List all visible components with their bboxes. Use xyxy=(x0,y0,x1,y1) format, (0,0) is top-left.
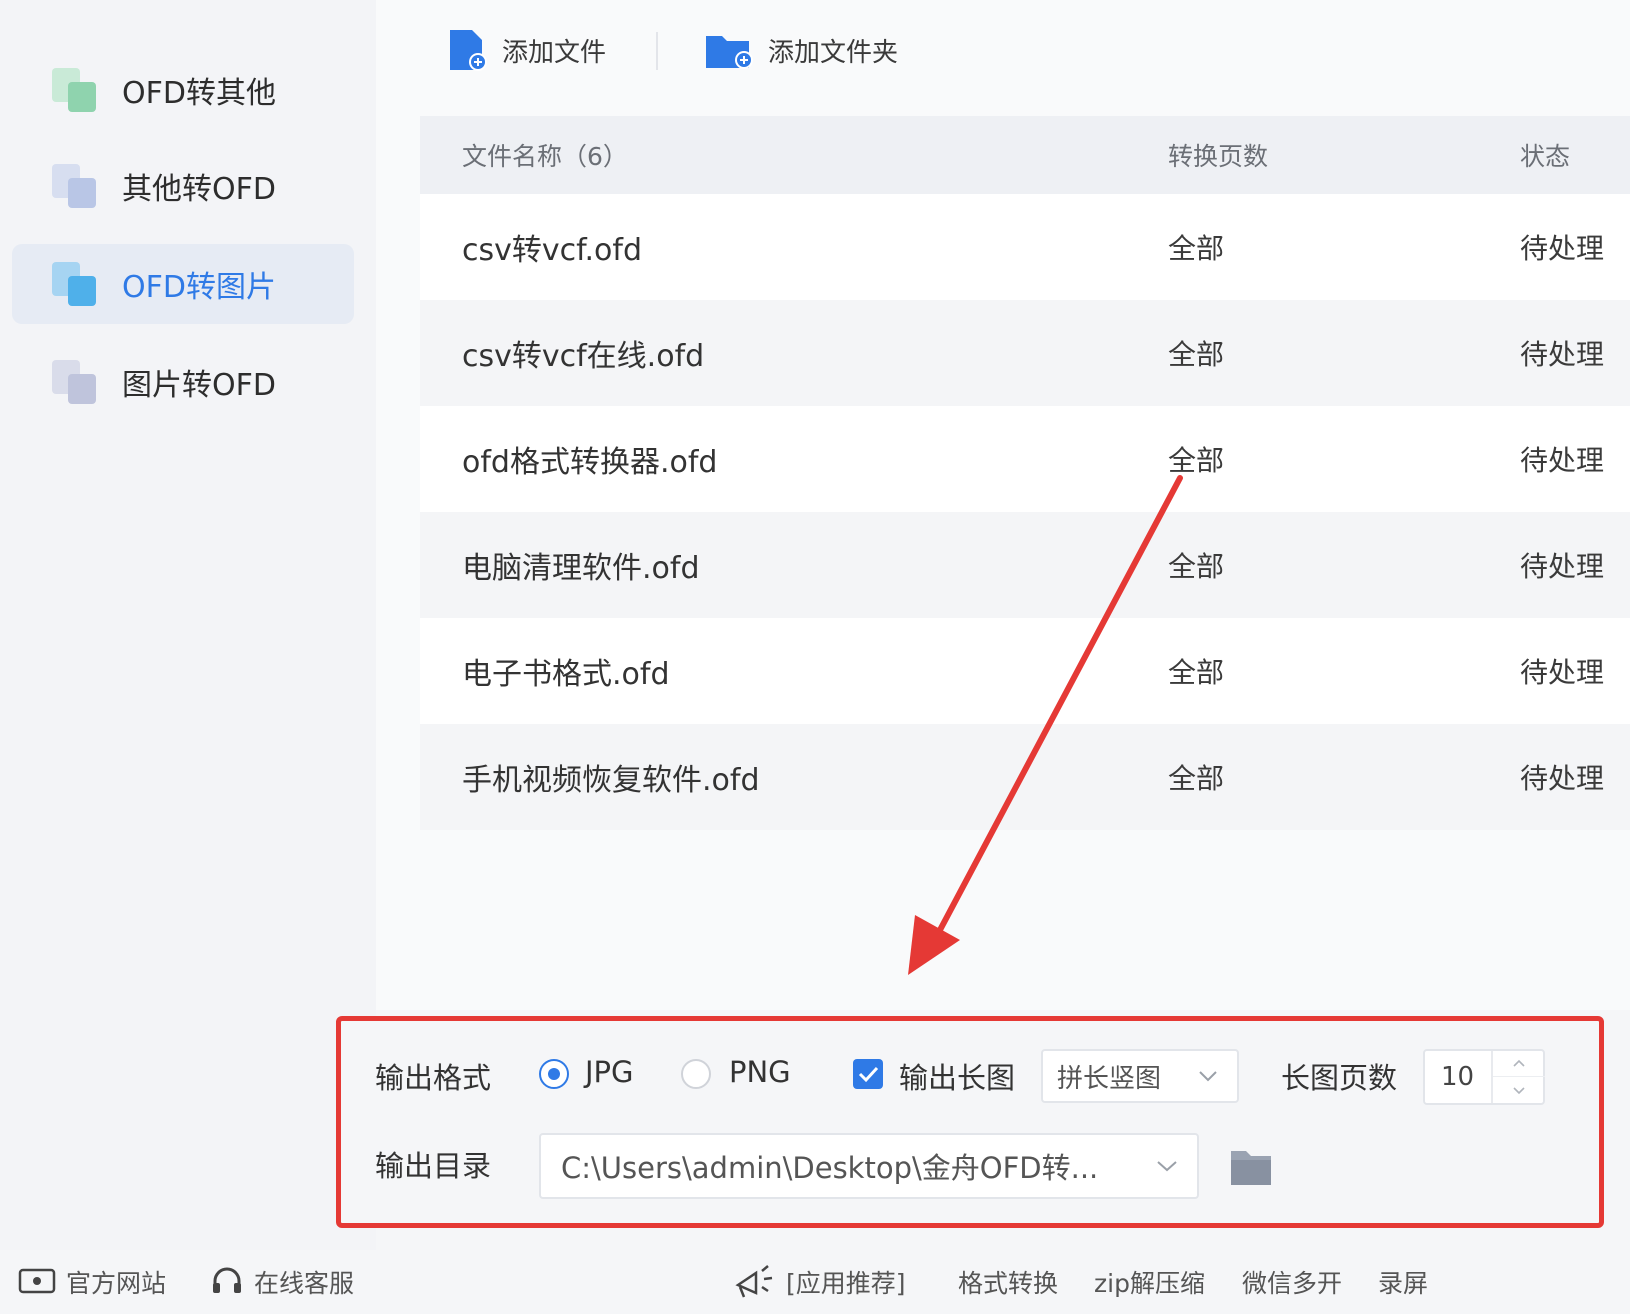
sidebar-item-other-to-ofd[interactable]: 其他转OFD xyxy=(12,146,354,226)
table-row[interactable]: 电脑清理软件.ofd 全部 待处理 xyxy=(420,512,1630,618)
file-pages: 全部 xyxy=(1168,550,1225,583)
add-file-label: 添加文件 xyxy=(502,37,607,68)
link-wechat-multi[interactable]: 微信多开 xyxy=(1242,1262,1342,1302)
toolbar-divider xyxy=(656,32,658,70)
table-row[interactable]: ofd格式转换器.ofd 全部 待处理 xyxy=(420,406,1630,512)
long-image-mode-select[interactable]: 拼长竖图 xyxy=(1041,1049,1239,1103)
chevron-down-icon xyxy=(1199,1071,1217,1082)
long-image-checkbox[interactable] xyxy=(853,1059,883,1089)
table-header: 文件名称（6） 转换页数 状态 xyxy=(420,116,1630,194)
add-file-button[interactable]: 添加文件 xyxy=(446,24,606,76)
add-folder-icon xyxy=(706,36,753,69)
file-name: csv转vcf.ofd xyxy=(462,233,642,268)
chevron-down-icon xyxy=(1513,1086,1525,1094)
format-jpg-label[interactable]: JPG xyxy=(585,1055,634,1089)
format-png-radio[interactable] xyxy=(681,1059,711,1089)
long-image-pages-stepper[interactable]: 10 xyxy=(1423,1049,1545,1105)
header-status: 状态 xyxy=(1520,142,1571,171)
table-row[interactable]: 电子书格式.ofd 全部 待处理 xyxy=(420,618,1630,724)
link-screen-record[interactable]: 录屏 xyxy=(1378,1262,1428,1302)
monitor-icon xyxy=(18,1268,56,1294)
sidebar-item-ofd-to-image[interactable]: OFD转图片 xyxy=(12,244,354,324)
bottom-bar: 官方网站 在线客服 [应用推荐] 格式转换 zip解压缩 微信多开 录屏 xyxy=(0,1250,1630,1314)
format-png-label[interactable]: PNG xyxy=(729,1055,791,1089)
file-table: 文件名称（6） 转换页数 状态 csv转vcf.ofd 全部 待处理 csv转v… xyxy=(420,116,1630,830)
format-jpg-radio[interactable] xyxy=(539,1059,569,1089)
ofd-to-image-icon xyxy=(52,262,96,306)
file-status: 待处理 xyxy=(1520,444,1605,477)
stepper-increment-button[interactable] xyxy=(1493,1051,1545,1077)
sidebar-item-label: OFD转其他 xyxy=(122,76,276,111)
sidebar-item-label: 其他转OFD xyxy=(122,172,276,207)
file-status: 待处理 xyxy=(1520,550,1605,583)
sidebar: OFD转其他 其他转OFD OFD转图片 图片转OFD xyxy=(0,0,376,1250)
ofd-to-other-icon xyxy=(52,68,96,112)
megaphone-icon xyxy=(735,1265,773,1298)
long-image-pages-value: 10 xyxy=(1441,1062,1475,1092)
file-pages: 全部 xyxy=(1168,232,1225,265)
long-image-mode-value: 拼长竖图 xyxy=(1057,1063,1162,1094)
file-pages: 全部 xyxy=(1168,338,1225,371)
file-status: 待处理 xyxy=(1520,338,1605,371)
official-site-label: 官方网站 xyxy=(66,1269,167,1298)
checkmark-icon xyxy=(858,1066,879,1083)
file-name: 电子书格式.ofd xyxy=(462,657,670,692)
file-name: ofd格式转换器.ofd xyxy=(462,445,718,480)
file-pages: 全部 xyxy=(1168,656,1225,689)
browse-folder-icon[interactable] xyxy=(1229,1147,1273,1187)
header-file-name: 文件名称（6） xyxy=(462,142,628,171)
long-image-label: 输出长图 xyxy=(899,1061,1016,1095)
output-dir-value: C:\Users\admin\Desktop\金舟OFD转... xyxy=(561,1151,1099,1185)
headset-icon xyxy=(213,1267,241,1293)
stepper-decrement-button[interactable] xyxy=(1493,1077,1545,1103)
chevron-up-icon xyxy=(1513,1059,1525,1067)
online-service-label: 在线客服 xyxy=(254,1269,355,1298)
link-zip[interactable]: zip解压缩 xyxy=(1094,1262,1205,1302)
stepper-controls xyxy=(1491,1051,1545,1103)
file-name: 电脑清理软件.ofd xyxy=(462,551,700,586)
official-site-link[interactable]: 官方网站 xyxy=(18,1262,166,1302)
file-pages: 全部 xyxy=(1168,444,1225,477)
output-dir-select[interactable]: C:\Users\admin\Desktop\金舟OFD转... xyxy=(539,1133,1199,1199)
file-name: csv转vcf在线.ofd xyxy=(462,339,705,374)
recommend-label-group: [应用推荐] xyxy=(732,1262,906,1302)
file-status: 待处理 xyxy=(1520,232,1605,265)
file-pages: 全部 xyxy=(1168,762,1225,795)
sidebar-item-label: OFD转图片 xyxy=(122,270,276,305)
online-service-link[interactable]: 在线客服 xyxy=(210,1262,354,1302)
file-status: 待处理 xyxy=(1520,762,1605,795)
file-status: 待处理 xyxy=(1520,656,1605,689)
recommend-label: [应用推荐] xyxy=(786,1269,906,1298)
link-format-convert[interactable]: 格式转换 xyxy=(958,1262,1058,1302)
add-file-icon xyxy=(450,30,487,71)
other-to-ofd-icon xyxy=(52,164,96,208)
file-name: 手机视频恢复软件.ofd xyxy=(462,763,760,798)
sidebar-item-ofd-to-other[interactable]: OFD转其他 xyxy=(12,50,354,130)
table-row[interactable]: csv转vcf.ofd 全部 待处理 xyxy=(420,194,1630,300)
sidebar-item-label: 图片转OFD xyxy=(122,368,276,403)
table-row[interactable]: csv转vcf在线.ofd 全部 待处理 xyxy=(420,300,1630,406)
output-dir-label: 输出目录 xyxy=(375,1149,492,1183)
output-format-label: 输出格式 xyxy=(375,1061,492,1095)
add-folder-label: 添加文件夹 xyxy=(768,37,899,68)
table-row[interactable]: 手机视频恢复软件.ofd 全部 待处理 xyxy=(420,724,1630,830)
header-pages: 转换页数 xyxy=(1168,142,1269,171)
chevron-down-icon xyxy=(1157,1161,1177,1172)
sidebar-item-image-to-ofd[interactable]: 图片转OFD xyxy=(12,342,354,422)
add-folder-button[interactable]: 添加文件夹 xyxy=(704,24,898,76)
output-settings-panel: 输出格式 JPG PNG 输出长图 拼长竖图 长图页数 10 输出目录 C:\U… xyxy=(336,1016,1604,1228)
image-to-ofd-icon xyxy=(52,360,96,404)
long-image-pages-label: 长图页数 xyxy=(1281,1061,1398,1095)
main-panel: 添加文件 添加文件夹 文件名称（6） 转换页数 状态 csv转vcf.ofd 全… xyxy=(376,0,1630,1010)
